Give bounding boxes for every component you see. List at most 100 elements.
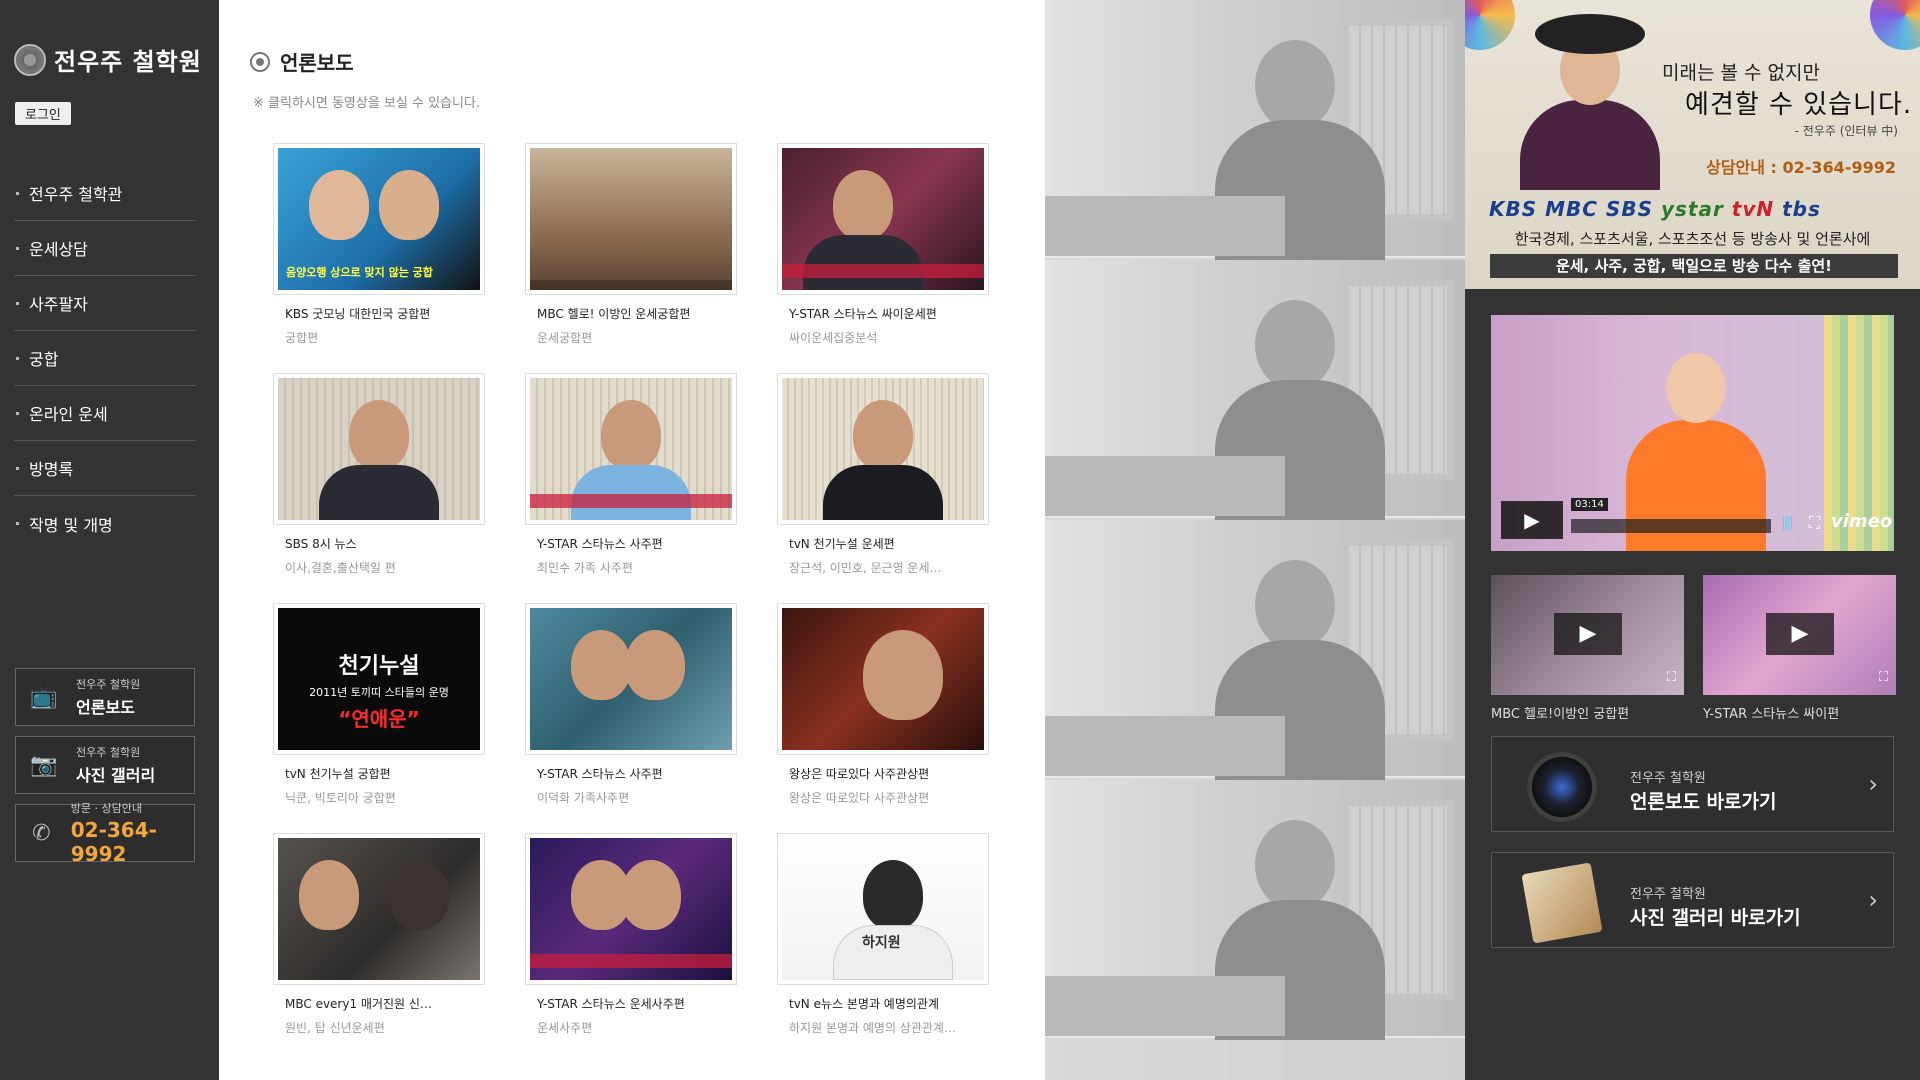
- video-thumbnail[interactable]: [273, 833, 485, 985]
- thumb-overlay-red: “연애운”: [338, 707, 420, 731]
- side-card-gallery[interactable]: 📷 전우주 철학원 사진 갤러리: [15, 736, 195, 794]
- sidebar: 전우주 철학원 로그인 전우주 철학관 운세상담 사주팔자 궁합 온라인 운세 …: [0, 0, 219, 1080]
- photo-tile: [1045, 260, 1465, 520]
- video-card[interactable]: Y-STAR 스타뉴스 사주편 이덕화 가족사주편: [525, 603, 737, 833]
- chevron-right-icon: ›: [1868, 770, 1878, 798]
- nav-item-saju[interactable]: 사주팔자: [14, 276, 196, 331]
- mini-video-caption[interactable]: MBC 헬로!이방인 궁합편: [1491, 703, 1629, 722]
- mini-video-caption[interactable]: Y-STAR 스타뉴스 싸이편: [1703, 703, 1839, 722]
- video-thumbnail[interactable]: [777, 143, 989, 295]
- video-card[interactable]: SBS 8시 뉴스 이사,결혼,출산택일 편: [273, 373, 485, 603]
- video-desc: 하지원 본명과 예명의 상관관계…: [789, 1021, 956, 1035]
- nav-item-naming[interactable]: 작명 및 개명: [14, 496, 196, 551]
- progress-bar[interactable]: [1571, 519, 1771, 533]
- tv-icon: 📺: [30, 684, 58, 710]
- person-illustration: [1520, 100, 1660, 190]
- video-thumbnail[interactable]: [525, 373, 737, 525]
- video-thumbnail[interactable]: [525, 603, 737, 755]
- video-desc: 운세사주편: [537, 1021, 593, 1035]
- video-thumbnail[interactable]: [525, 143, 737, 295]
- login-button[interactable]: 로그인: [15, 102, 71, 125]
- video-thumbnail[interactable]: [777, 373, 989, 525]
- video-title[interactable]: Y-STAR 스타뉴스 싸이운세편: [789, 305, 989, 322]
- bullet-icon: [16, 466, 19, 470]
- video-thumbnail[interactable]: [525, 833, 737, 985]
- video-title[interactable]: MBC 헬로! 이방인 운세궁합편: [537, 305, 737, 322]
- broadcaster-logos: KBS MBC SBS ystar tvN tbs: [1489, 197, 1821, 221]
- video-card[interactable]: 천기누설 2011년 토끼띠 스타들의 운명 “연애운” tvN 천기누설 궁합…: [273, 603, 485, 833]
- goto-press-link[interactable]: 전우주 철학원 언론보도 바로가기 ›: [1491, 736, 1894, 832]
- photo-tile: [1045, 780, 1465, 1040]
- banner-phone: 상담안내 : 02-364-9992: [1706, 158, 1896, 177]
- background-photo-band: [1045, 0, 1465, 1080]
- video-card[interactable]: Y-STAR 스타뉴스 사주편 최민수 가족 사주편: [525, 373, 737, 603]
- video-title[interactable]: tvN e뉴스 본명과 예명의관계: [789, 995, 989, 1012]
- video-card[interactable]: 하지원 tvN e뉴스 본명과 예명의관계 하지원 본명과 예명의 상관관계…: [777, 833, 989, 1063]
- contact-phone: 02-364-9992: [70, 818, 157, 866]
- side-card-contact[interactable]: ✆ 방문 · 상담안내 02-364-9992: [15, 802, 195, 866]
- tbs-logo: tbs: [1782, 197, 1821, 221]
- side-card-small: 전우주 철학원: [76, 746, 141, 759]
- play-icon[interactable]: ▶: [1766, 613, 1834, 655]
- mini-video-2[interactable]: ▶ ⛶: [1703, 575, 1896, 695]
- video-thumbnail[interactable]: 음양오행 상으로 맞지 않는 궁합: [273, 143, 485, 295]
- fullscreen-icon[interactable]: ⛶: [1809, 513, 1820, 533]
- video-title[interactable]: KBS 굿모닝 대한민국 궁합편: [285, 305, 485, 322]
- video-title[interactable]: SBS 8시 뉴스: [285, 535, 485, 552]
- bullet-icon: [16, 522, 19, 525]
- page-subtitle: ※ 클릭하시면 동영상을 보실 수 있습니다.: [253, 96, 481, 111]
- right-column: 미래는 볼 수 없지만 예견할 수 있습니다. - 전우주 (인터뷰 中) 상담…: [1465, 0, 1920, 1080]
- video-card[interactable]: Y-STAR 스타뉴스 싸이운세편 싸이운세집중분석: [777, 143, 989, 373]
- banner-slogan-1: 미래는 볼 수 없지만: [1662, 62, 1820, 84]
- nav-item-compatibility[interactable]: 궁합: [14, 331, 196, 386]
- vimeo-logo[interactable]: vimeo: [1831, 511, 1892, 532]
- video-card[interactable]: tvN 천기누설 운세편 장근석, 이민호, 문근영 운세…: [777, 373, 989, 603]
- photos-icon: [1521, 862, 1603, 944]
- video-title[interactable]: Y-STAR 스타뉴스 사주편: [537, 535, 737, 552]
- goto-small: 전우주 철학원: [1630, 771, 1706, 786]
- video-thumbnail[interactable]: 천기누설 2011년 토끼띠 스타들의 운명 “연애운”: [273, 603, 485, 755]
- fullscreen-icon[interactable]: ⛶: [1667, 670, 1676, 685]
- kbs-logo: KBS: [1489, 197, 1538, 221]
- decorative-corner-icon: [1870, 0, 1920, 50]
- site-logo[interactable]: 전우주 철학원: [14, 42, 202, 77]
- video-title[interactable]: Y-STAR 스타뉴스 운세사주편: [537, 995, 737, 1012]
- nav-item-philosophy-hall[interactable]: 전우주 철학관: [14, 166, 196, 221]
- video-card[interactable]: MBC 헬로! 이방인 운세궁합편 운세궁합편: [525, 143, 737, 373]
- banner-slogan-2: 예견할 수 있습니다.: [1685, 90, 1913, 120]
- tvn-logo: tvN: [1731, 197, 1775, 221]
- video-player[interactable]: ▶ 03:14 |||| ⛶ vimeo: [1491, 315, 1894, 551]
- video-desc: 이덕화 가족사주편: [537, 791, 630, 805]
- video-thumbnail[interactable]: 하지원: [777, 833, 989, 985]
- video-card[interactable]: 음양오행 상으로 맞지 않는 궁합 KBS 굿모닝 대한민국 궁합편 궁합편: [273, 143, 485, 373]
- goto-gallery-link[interactable]: 전우주 철학원 사진 갤러리 바로가기 ›: [1491, 852, 1894, 948]
- play-icon[interactable]: ▶: [1554, 613, 1622, 655]
- decorative-corner-icon: [1465, 0, 1515, 50]
- nav-item-fortune-consult[interactable]: 운세상담: [14, 221, 196, 276]
- video-title[interactable]: Y-STAR 스타뉴스 사주편: [537, 765, 737, 782]
- video-thumbnail[interactable]: [273, 373, 485, 525]
- fullscreen-icon[interactable]: ⛶: [1879, 670, 1888, 685]
- video-title[interactable]: tvN 천기누설 운세편: [789, 535, 989, 552]
- camera-lens-icon: [1527, 752, 1597, 822]
- video-title[interactable]: 왕상은 따로있다 사주관상편: [789, 765, 989, 782]
- time-label: 03:14: [1571, 498, 1608, 511]
- video-card[interactable]: MBC every1 매거진원 신… 원빈, 탑 신년운세편: [273, 833, 485, 1063]
- nav-item-guestbook[interactable]: 방명록: [14, 441, 196, 496]
- camera-icon: 📷: [30, 752, 58, 778]
- volume-icon[interactable]: ||||: [1781, 515, 1794, 531]
- video-card[interactable]: Y-STAR 스타뉴스 운세사주편 운세사주편: [525, 833, 737, 1063]
- video-desc: 원빈, 탑 신년운세편: [285, 1021, 385, 1035]
- flower-icon: [250, 51, 270, 72]
- side-card-title: 언론보도: [76, 698, 135, 717]
- banner-strip: 운세, 사주, 궁합, 택일으로 방송 다수 출연!: [1490, 254, 1898, 278]
- video-title[interactable]: tvN 천기누설 궁합편: [285, 765, 485, 782]
- side-card-press[interactable]: 📺 전우주 철학원 언론보도: [15, 668, 195, 726]
- video-card[interactable]: 왕상은 따로있다 사주관상편 왕상은 따로있다 사주관상편: [777, 603, 989, 833]
- video-thumbnail[interactable]: [777, 603, 989, 755]
- nav-item-online-fortune[interactable]: 온라인 운세: [14, 386, 196, 441]
- play-button[interactable]: ▶: [1501, 501, 1563, 539]
- mini-video-1[interactable]: ▶ ⛶: [1491, 575, 1684, 695]
- video-title[interactable]: MBC every1 매거진원 신…: [285, 995, 485, 1012]
- thumb-overlay-text: 음양오행 상으로 맞지 않는 궁합: [286, 266, 433, 279]
